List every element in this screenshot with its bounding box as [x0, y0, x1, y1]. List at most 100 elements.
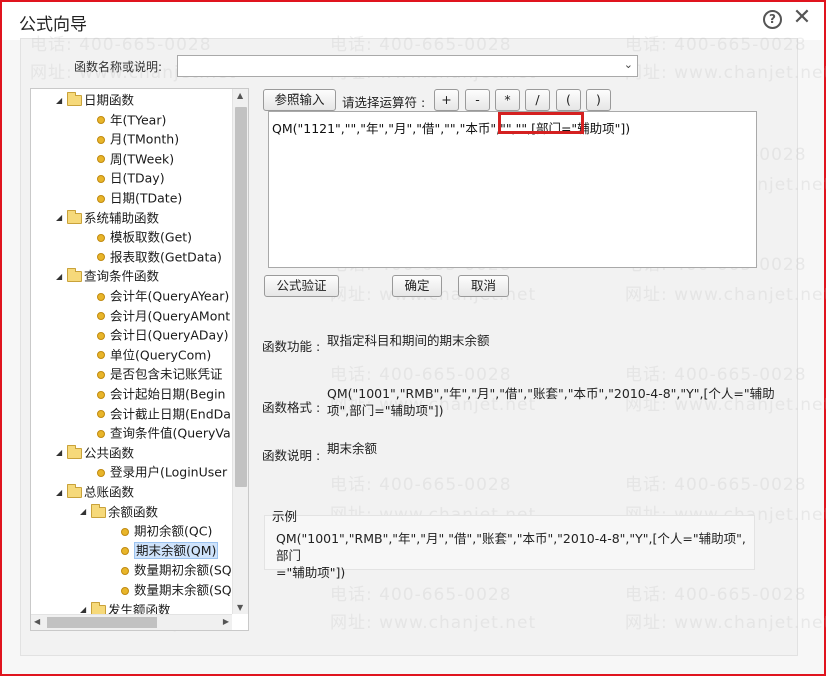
- tree-item[interactable]: 期末余额(QM): [119, 542, 219, 560]
- scroll-left-icon[interactable]: ◀: [34, 617, 40, 626]
- tree-folder[interactable]: ◢ 日期函数: [56, 91, 134, 109]
- tree-item[interactable]: 单位(QueryCom): [95, 346, 211, 364]
- tree-item[interactable]: 是否包含未记账凭证: [95, 365, 223, 383]
- tree-item-label: 日期函数: [84, 92, 135, 108]
- function-dot-icon: [121, 547, 129, 556]
- tree-item[interactable]: 报表取数(GetData): [95, 248, 222, 266]
- function-purpose-label: 函数功能 :: [262, 339, 321, 354]
- tree-item[interactable]: 查询条件值(QueryVa: [95, 424, 231, 442]
- function-dot-icon: [97, 253, 105, 262]
- function-dot-icon: [97, 331, 105, 340]
- tree-item[interactable]: 会计日(QueryADay): [95, 326, 228, 344]
- operator-button[interactable]: (: [556, 89, 581, 111]
- function-format-line1: QM("1001","RMB","年","月","借","账套","本币","2…: [327, 386, 775, 401]
- tree-item[interactable]: 会计年(QueryAYear): [95, 287, 229, 305]
- search-label: 函数名称或说明:: [74, 60, 163, 74]
- tree-item-label: 数量期初余额(SQ: [134, 562, 232, 578]
- tree-item[interactable]: 数量期初余额(SQ: [119, 561, 232, 579]
- scroll-up-icon[interactable]: ▲: [237, 91, 243, 100]
- tree-item-label: 查询条件函数: [84, 268, 160, 284]
- function-dot-icon: [121, 527, 129, 536]
- validate-formula-button[interactable]: 公式验证: [264, 275, 339, 297]
- function-description-label: 函数说明 :: [262, 448, 321, 463]
- function-description-text: 期末余额: [327, 441, 378, 456]
- function-tree[interactable]: ◢ 日期函数年(TYear) 月(TMonth) 周(TWeek) 日(TDay) 日期(…: [30, 88, 249, 631]
- tree-item[interactable]: 会计截止日期(EndDa: [95, 405, 231, 423]
- operator-button[interactable]: *: [495, 89, 520, 111]
- tree-item[interactable]: 周(TWeek): [95, 150, 174, 168]
- tree-item[interactable]: 期初余额(QC): [119, 522, 212, 540]
- dialog-title: 公式向导: [19, 15, 87, 35]
- expand-toggle-icon[interactable]: ◢: [56, 444, 66, 462]
- tree-item-label: 模板取数(Get): [110, 229, 193, 245]
- tree-item-label: 数量期末余额(SQ: [134, 582, 232, 598]
- function-dot-icon: [97, 174, 105, 183]
- tree-item-label: 报表取数(GetData): [110, 249, 222, 265]
- function-dot-icon: [97, 390, 105, 399]
- tree-item-label: 周(TWeek): [110, 151, 175, 167]
- function-dot-icon: [121, 566, 129, 575]
- tree-item[interactable]: 年(TYear): [95, 111, 166, 129]
- tree-item-label: 余额函数: [108, 504, 159, 520]
- reference-input-button[interactable]: 参照输入: [263, 89, 336, 111]
- tree-item-label: 系统辅助函数: [84, 210, 160, 226]
- tree-item-label: 期末余额(QM): [134, 542, 219, 560]
- tree-item-label: 登录用户(LoginUser: [110, 464, 228, 480]
- expand-toggle-icon[interactable]: ◢: [56, 484, 66, 502]
- tree-item[interactable]: 月(TMonth): [95, 130, 179, 148]
- expand-toggle-icon[interactable]: ◢: [56, 209, 66, 227]
- tree-item-label: 总账函数: [84, 484, 135, 500]
- tree-folder[interactable]: ◢ 系统辅助函数: [56, 209, 159, 227]
- operator-button[interactable]: /: [525, 89, 550, 111]
- tree-item[interactable]: 会计月(QueryAMont: [95, 307, 230, 325]
- formula-editor[interactable]: QM("1121","","年","月","借","","本币","","",[…: [268, 111, 757, 268]
- tree-item-label: 查询条件值(QueryVa: [110, 425, 231, 441]
- scroll-thumb-horizontal[interactable]: [47, 617, 157, 628]
- operator-button[interactable]: -: [465, 89, 490, 111]
- expand-toggle-icon[interactable]: ◢: [56, 92, 66, 110]
- operator-button[interactable]: +: [434, 89, 459, 111]
- formula-text: QM("1121","","年","月","借","","本币","","",[…: [272, 121, 631, 136]
- tree-item-label: 公共函数: [84, 445, 135, 461]
- close-icon[interactable]: ✕: [792, 7, 812, 29]
- tree-item-label: 单位(QueryCom): [110, 347, 212, 363]
- function-dot-icon: [97, 135, 105, 144]
- tree-folder[interactable]: ◢ 总账函数: [56, 483, 134, 501]
- tree-folder[interactable]: ◢ 公共函数: [56, 444, 134, 462]
- tree-item-label: 会计日(QueryADay): [110, 327, 229, 343]
- function-dot-icon: [97, 468, 105, 477]
- tree-folder[interactable]: ◢ 余额函数: [80, 503, 158, 521]
- function-format-line2: 项",部门="辅助项"]): [327, 403, 444, 418]
- expand-toggle-icon[interactable]: ◢: [80, 503, 90, 521]
- help-icon[interactable]: ?: [763, 10, 782, 29]
- cancel-button[interactable]: 取消: [458, 275, 509, 297]
- function-dot-icon: [97, 351, 105, 360]
- scroll-right-icon[interactable]: ▶: [223, 617, 229, 626]
- function-dot-icon: [97, 194, 105, 203]
- tree-item[interactable]: 日(TDay): [95, 169, 165, 187]
- tree-item[interactable]: 会计起始日期(Begin: [95, 385, 225, 403]
- folder-icon: [67, 444, 82, 459]
- example-text: QM("1001","RMB","年","月","借","账套","本币","2…: [276, 530, 751, 581]
- function-dot-icon: [121, 586, 129, 595]
- operator-button[interactable]: ): [586, 89, 611, 111]
- function-search-select[interactable]: ⌄: [177, 55, 638, 77]
- ok-button[interactable]: 确定: [392, 275, 442, 297]
- tree-horizontal-scrollbar[interactable]: ◀ ▶: [31, 614, 232, 630]
- chevron-down-icon[interactable]: ⌄: [624, 58, 633, 71]
- tree-folder[interactable]: ◢ 查询条件函数: [56, 267, 159, 285]
- tree-item[interactable]: 数量期末余额(SQ: [119, 581, 232, 599]
- function-format-label: 函数格式 :: [262, 400, 321, 415]
- function-dot-icon: [97, 312, 105, 321]
- example-line1: QM("1001","RMB","年","月","借","账套","本币","2…: [276, 531, 746, 563]
- tree-item[interactable]: 日期(TDate): [95, 189, 182, 207]
- tree-item[interactable]: 登录用户(LoginUser: [95, 463, 227, 481]
- scroll-down-icon[interactable]: ▼: [237, 603, 243, 612]
- expand-toggle-icon[interactable]: ◢: [56, 268, 66, 286]
- scroll-thumb[interactable]: [235, 107, 247, 487]
- tree-item-label: 期初余额(QC): [134, 523, 213, 539]
- tree-item[interactable]: 模板取数(Get): [95, 228, 192, 246]
- tree-vertical-scrollbar[interactable]: ▲ ▼: [232, 89, 248, 614]
- function-purpose-text: 取指定科目和期间的期末余额: [327, 333, 490, 348]
- folder-icon: [67, 268, 82, 283]
